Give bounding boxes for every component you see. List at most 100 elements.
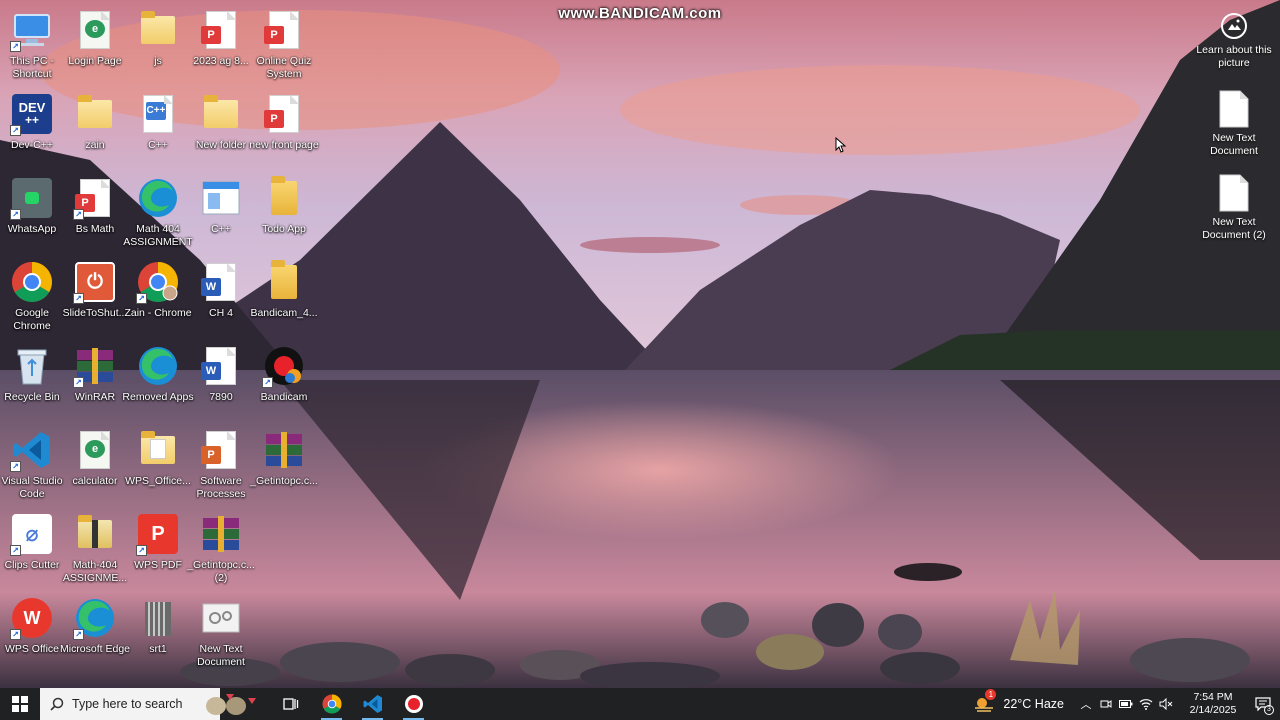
- desktop-icon-removed-apps[interactable]: Removed Apps: [122, 338, 194, 418]
- desktop-icon-label: Software Processes: [196, 475, 246, 500]
- desktop-icon-srt1[interactable]: srt1: [126, 590, 190, 670]
- desktop-icon-new-front-page[interactable]: P new front page: [249, 86, 319, 166]
- desktop-icon-label: Recycle Bin: [4, 391, 60, 403]
- volume-muted-icon: [1159, 698, 1173, 710]
- desktop-icon-label: WPS Office: [4, 643, 60, 655]
- desktop-icon-slidetoshutdown[interactable]: ⏻ ↗ SlideToShut...: [63, 254, 127, 334]
- desktop-icon-bandicam-folder[interactable]: Bandicam_4...: [250, 254, 318, 334]
- desktop-icon-label: Google Chrome: [13, 307, 51, 332]
- settings-file-icon: [199, 596, 243, 640]
- desktop-icon-bandicam[interactable]: ↗ Bandicam: [252, 338, 316, 418]
- desktop-icon-new-text-document[interactable]: New Text Document: [1189, 90, 1279, 158]
- tray-app-icon[interactable]: [1096, 688, 1116, 720]
- desktop-icon-label: Bandicam_4...: [250, 307, 318, 319]
- desktop-icon-label: SlideToShut...: [62, 307, 128, 319]
- search-placeholder: Type here to search: [72, 697, 183, 711]
- text-document-icon: [1219, 90, 1249, 128]
- desktop-icon-login-page[interactable]: e Login Page: [63, 2, 127, 82]
- volume-button[interactable]: [1156, 688, 1176, 720]
- clock-time: 7:54 PM: [1193, 691, 1233, 703]
- notification-center-button[interactable]: 3: [1246, 688, 1280, 720]
- desktop-icon-js[interactable]: js: [126, 2, 190, 82]
- taskbar-clock[interactable]: 7:54 PM 2/14/2025: [1180, 691, 1246, 717]
- whatsapp-icon: ↗: [10, 176, 54, 220]
- desktop-icon-winrar[interactable]: ↗ WinRAR: [63, 338, 127, 418]
- desktop-icon-wps-office-installer[interactable]: WPS_Office...: [125, 422, 191, 502]
- desktop-icon-math-404-assignment-file[interactable]: Math-404 ASSIGNME...: [63, 506, 127, 586]
- taskbar-bandicam-button[interactable]: [393, 688, 434, 720]
- battery-button[interactable]: [1116, 688, 1136, 720]
- winrar-icon: ↗: [73, 344, 117, 388]
- desktop-icon-calculator[interactable]: e calculator: [63, 422, 127, 502]
- desktop-icon-label: This PC - Shortcut: [10, 55, 54, 80]
- folder-icon: [262, 260, 306, 304]
- start-button[interactable]: [0, 688, 40, 720]
- desktop-icon-new-folder[interactable]: New folder: [189, 86, 253, 166]
- dev-cpp-icon: DEV ++ ↗: [10, 92, 54, 136]
- desktop-icon-label: WhatsApp: [7, 223, 57, 235]
- taskbar-chrome-button[interactable]: [311, 688, 352, 720]
- folder-icon: [262, 176, 306, 220]
- camera-icon: [1221, 13, 1247, 39]
- desktop-icon-clips-cutter[interactable]: ⌀ ↗ Clips Cutter: [0, 506, 64, 586]
- desktop-icon-label: js: [154, 55, 162, 67]
- desktop-icon-whatsapp[interactable]: ↗ WhatsApp: [0, 170, 64, 250]
- desktop-icon-google-chrome[interactable]: Google Chrome: [0, 254, 64, 334]
- bandicam-icon: ↗: [262, 344, 306, 388]
- task-view-button[interactable]: [270, 688, 311, 720]
- desktop-icon-label: CH 4: [209, 307, 233, 319]
- desktop-icon-wps-office[interactable]: W ↗ WPS Office: [0, 590, 64, 670]
- desktop-icon-math-404-assignment[interactable]: Math 404 ASSIGNMENT: [123, 170, 193, 250]
- desktop-icon-recycle-bin[interactable]: Recycle Bin: [0, 338, 64, 418]
- desktop-icon-getintopc[interactable]: _Getintopc.c...: [250, 422, 318, 502]
- desktop-icon-label: _Getintopc.c...: [250, 475, 318, 487]
- desktop-icon-label: C++: [148, 139, 168, 151]
- desktop-icon-getintopc-2[interactable]: _Getintopc.c... (2): [187, 506, 255, 586]
- taskbar-search-input[interactable]: Type here to search: [40, 688, 256, 720]
- desktop-icon-label: WinRAR: [74, 391, 116, 403]
- edge-icon: [136, 176, 180, 220]
- desktop-icon-2023-ag-8[interactable]: P 2023 ag 8...: [189, 2, 253, 82]
- desktop-icon-7890[interactable]: W 7890: [189, 338, 253, 418]
- network-button[interactable]: [1136, 688, 1156, 720]
- desktop-icon-wps-pdf[interactable]: P ↗ WPS PDF: [126, 506, 190, 586]
- learn-about-picture-label: Learn about this picture: [1196, 44, 1272, 69]
- desktop-icon-label: Visual Studio Code: [1, 475, 63, 500]
- desktop-icon-cpp-file[interactable]: C++ C++: [126, 86, 190, 166]
- learn-about-picture[interactable]: Learn about this picture: [1189, 12, 1279, 70]
- edge-icon: [136, 344, 180, 388]
- desktop-icon-label: Online Quiz System: [256, 55, 312, 80]
- desktop-icon-label: New Text Document (2): [1202, 216, 1266, 241]
- taskbar-vscode-button[interactable]: [352, 688, 393, 720]
- search-highlight-birds-icon: [206, 694, 256, 715]
- archive-file-icon: [136, 596, 180, 640]
- desktop-icon-dev-cpp[interactable]: DEV ++ ↗ Dev-C++: [0, 86, 64, 166]
- desktop-icon-new-text-document-2[interactable]: New Text Document (2): [1189, 174, 1279, 242]
- desktop-icon-zain[interactable]: zain: [63, 86, 127, 166]
- desktop-icon-microsoft-edge[interactable]: ↗ Microsoft Edge: [60, 590, 130, 670]
- application-window-icon: [199, 176, 243, 220]
- desktop-icon-bs-math[interactable]: P ↗ Bs Math: [63, 170, 127, 250]
- battery-icon: [1119, 700, 1133, 708]
- desktop-icon-zain-chrome[interactable]: ↗ Zain - Chrome: [124, 254, 192, 334]
- zip-folder-icon: [73, 512, 117, 556]
- recycle-bin-icon: [10, 344, 54, 388]
- desktop-icon-label: New folder: [195, 139, 247, 151]
- edge-document-icon: e: [73, 8, 117, 52]
- desktop-icon-label: Bandicam: [260, 391, 308, 403]
- desktop-icon-this-pc[interactable]: ↗ This PC - Shortcut: [0, 2, 64, 82]
- desktop-icon-new-text-document-left[interactable]: New Text Document: [189, 590, 253, 670]
- weather-widget[interactable]: 1 22°C Haze: [973, 689, 1064, 713]
- text-document-icon: [1219, 174, 1249, 212]
- desktop-icon-label: Clips Cutter: [4, 559, 60, 571]
- desktop-icon-todo-app[interactable]: Todo App: [252, 170, 316, 250]
- task-view-icon: [282, 698, 298, 710]
- desktop-icon-ch-4[interactable]: W CH 4: [189, 254, 253, 334]
- show-hidden-icons-button[interactable]: ︿: [1076, 688, 1096, 720]
- desktop-icon-label: C++: [211, 223, 231, 235]
- desktop-icon-cpp-app[interactable]: C++: [189, 170, 253, 250]
- desktop-icon-label: Removed Apps: [122, 391, 194, 403]
- desktop-icon-vscode[interactable]: ↗ Visual Studio Code: [0, 422, 64, 502]
- desktop-icon-online-quiz-system[interactable]: P Online Quiz System: [252, 2, 316, 82]
- desktop-icon-software-processes[interactable]: P Software Processes: [189, 422, 253, 502]
